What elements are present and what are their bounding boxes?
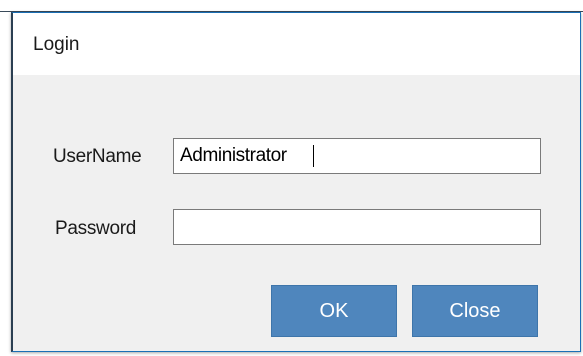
dialog-title: Login	[33, 34, 80, 55]
password-input[interactable]	[173, 209, 541, 245]
text-caret	[313, 145, 314, 167]
username-input[interactable]	[173, 138, 541, 174]
ok-button[interactable]: OK	[271, 285, 397, 337]
password-label: Password	[55, 218, 137, 239]
login-dialog: Login UserName Password OK Close	[11, 12, 581, 352]
desktop-left-edge	[0, 12, 11, 356]
close-button[interactable]: Close	[412, 285, 538, 337]
dialog-body: UserName Password OK Close	[13, 75, 580, 351]
desktop-top-edge	[0, 0, 583, 12]
username-label: UserName	[53, 146, 142, 167]
dialog-titlebar[interactable]: Login	[13, 13, 580, 75]
desktop-background: Login UserName Password OK Close	[0, 0, 583, 356]
